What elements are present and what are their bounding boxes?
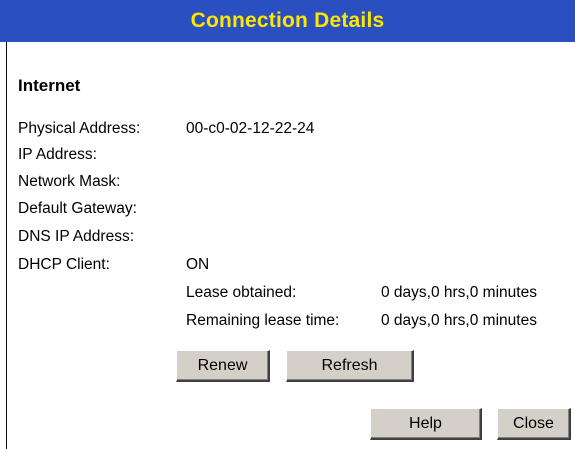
renew-button[interactable]: Renew [176, 350, 270, 382]
physical-address-value: 00-c0-02-12-22-24 [186, 120, 315, 137]
remaining-lease-label: Remaining lease time: [186, 312, 340, 329]
default-gateway-label: Default Gateway: [18, 200, 137, 217]
left-border [6, 42, 7, 449]
section-heading-internet: Internet [18, 76, 81, 95]
dhcp-client-label: DHCP Client: [18, 256, 110, 273]
title-bar: Connection Details [0, 0, 575, 42]
close-button[interactable]: Close [497, 408, 571, 440]
refresh-button[interactable]: Refresh [286, 350, 414, 382]
dhcp-client-value: ON [186, 256, 210, 273]
page-title: Connection Details [190, 9, 385, 32]
help-button[interactable]: Help [370, 408, 482, 440]
ip-address-label: IP Address: [18, 146, 97, 163]
lease-obtained-value: 0 days,0 hrs,0 minutes [381, 284, 537, 301]
lease-obtained-label: Lease obtained: [186, 284, 297, 301]
network-mask-label: Network Mask: [18, 173, 121, 190]
physical-address-label: Physical Address: [18, 120, 141, 137]
dns-ip-address-label: DNS IP Address: [18, 228, 135, 245]
remaining-lease-value: 0 days,0 hrs,0 minutes [381, 312, 537, 329]
